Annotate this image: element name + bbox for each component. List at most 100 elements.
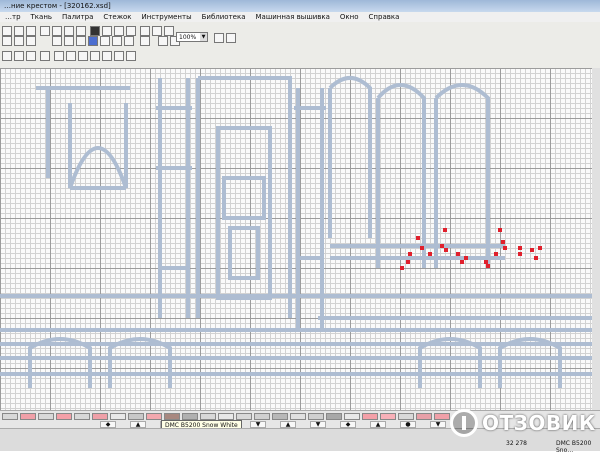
stitch-cell bbox=[501, 240, 505, 244]
pattern-canvas[interactable] bbox=[0, 68, 600, 410]
main-toolbar bbox=[0, 22, 600, 47]
menu-item-machine-embroidery[interactable]: Машинная вышивка bbox=[251, 12, 335, 22]
dropdown-icon[interactable] bbox=[40, 51, 50, 61]
snowflake-icon[interactable] bbox=[52, 36, 62, 46]
palette-swatch[interactable] bbox=[218, 413, 234, 420]
menu-item-fabric[interactable]: Ткань bbox=[26, 12, 58, 22]
zoom-select[interactable]: 100% ▼ bbox=[176, 32, 208, 42]
vertical-scrollbar[interactable] bbox=[592, 68, 600, 410]
pin-icon[interactable] bbox=[76, 26, 86, 36]
palette-symbol[interactable]: ◆ bbox=[100, 421, 116, 428]
pattern-drawing bbox=[0, 76, 600, 388]
show-grid-icon[interactable] bbox=[158, 36, 168, 46]
chart-icon[interactable] bbox=[124, 36, 134, 46]
otzovik-logo-icon bbox=[450, 409, 478, 437]
undo-icon[interactable] bbox=[64, 26, 74, 36]
column-view-icon[interactable] bbox=[164, 26, 174, 36]
palette-swatch[interactable] bbox=[56, 413, 72, 420]
palette-swatch[interactable] bbox=[344, 413, 360, 420]
palette-symbol[interactable]: ▼ bbox=[250, 421, 266, 428]
stitch-cell bbox=[440, 244, 444, 248]
fill-stitch-icon[interactable] bbox=[14, 51, 24, 61]
palette-swatch[interactable] bbox=[74, 413, 90, 420]
menu-item-stitch[interactable]: Стежок bbox=[98, 12, 136, 22]
preview-icon[interactable] bbox=[88, 36, 98, 46]
copy-icon[interactable] bbox=[40, 26, 50, 36]
stitch-cell bbox=[456, 252, 460, 256]
palette-symbol[interactable]: ▲ bbox=[130, 421, 146, 428]
zoom-in-icon[interactable] bbox=[226, 33, 236, 43]
stitch-cell bbox=[484, 260, 488, 264]
select-color-icon[interactable] bbox=[64, 36, 74, 46]
text-icon[interactable] bbox=[78, 51, 88, 61]
palette-swatch[interactable] bbox=[146, 413, 162, 420]
palette-swatch[interactable] bbox=[200, 413, 216, 420]
palette-swatch[interactable] bbox=[110, 413, 126, 420]
stitch-cell bbox=[428, 252, 432, 256]
save-icon[interactable] bbox=[14, 26, 24, 36]
backstitch-icon[interactable] bbox=[90, 51, 100, 61]
menu-item-window[interactable]: Окно bbox=[335, 12, 364, 22]
palette-icon[interactable] bbox=[100, 36, 110, 46]
pointer-icon[interactable] bbox=[2, 51, 12, 61]
menu-item-palette[interactable]: Палитра bbox=[57, 12, 98, 22]
palette-symbol[interactable]: ▼ bbox=[430, 421, 446, 428]
palette-swatch[interactable] bbox=[92, 413, 108, 420]
palette-swatch[interactable] bbox=[38, 413, 54, 420]
link-icon[interactable] bbox=[14, 36, 24, 46]
palette-swatch[interactable] bbox=[416, 413, 432, 420]
palette-swatch[interactable] bbox=[2, 413, 18, 420]
layer-icon[interactable] bbox=[112, 36, 122, 46]
select-icon[interactable] bbox=[102, 26, 112, 36]
base-arches bbox=[28, 337, 562, 388]
stitch-cell bbox=[406, 260, 410, 264]
right-column bbox=[294, 88, 326, 328]
palette-symbol[interactable]: ▲ bbox=[370, 421, 386, 428]
palette-swatch[interactable] bbox=[380, 413, 396, 420]
menu-item-library[interactable]: Библиотека bbox=[197, 12, 251, 22]
open-icon[interactable] bbox=[2, 26, 12, 36]
palette-swatch[interactable] bbox=[182, 413, 198, 420]
s-stitch-icon[interactable] bbox=[26, 51, 36, 61]
pattern-icon[interactable] bbox=[140, 36, 150, 46]
cursor-coordinates: 32 278 bbox=[506, 440, 527, 447]
palette-swatch[interactable] bbox=[290, 413, 306, 420]
stitch-group bbox=[400, 228, 542, 270]
palette-swatch[interactable] bbox=[128, 413, 144, 420]
fill-icon[interactable] bbox=[114, 26, 124, 36]
eyedropper-icon[interactable] bbox=[114, 51, 124, 61]
watermark-text: ОТЗОВИК bbox=[482, 411, 596, 435]
palette-swatch[interactable] bbox=[362, 413, 378, 420]
menu-item-help[interactable]: Справка bbox=[364, 12, 405, 22]
palette-swatch[interactable] bbox=[254, 413, 270, 420]
rectangle-icon[interactable] bbox=[54, 51, 64, 61]
grid-icon[interactable] bbox=[90, 26, 100, 36]
palette-swatch[interactable] bbox=[398, 413, 414, 420]
palette-swatch[interactable] bbox=[308, 413, 324, 420]
circle-icon[interactable] bbox=[66, 51, 76, 61]
stitch-view-icon[interactable] bbox=[152, 26, 162, 36]
print-icon[interactable] bbox=[26, 26, 36, 36]
palette-swatch[interactable] bbox=[20, 413, 36, 420]
chevron-down-icon[interactable]: ▼ bbox=[200, 33, 207, 41]
view-icon[interactable] bbox=[126, 26, 136, 36]
stitch-mode-icon[interactable] bbox=[76, 36, 86, 46]
palette-symbol[interactable]: ● bbox=[400, 421, 416, 428]
palette-swatch[interactable] bbox=[272, 413, 288, 420]
palette-swatch[interactable] bbox=[236, 413, 252, 420]
bead-icon[interactable] bbox=[102, 51, 112, 61]
menu-item-tools[interactable]: Инструменты bbox=[137, 12, 197, 22]
magnifier-icon[interactable] bbox=[126, 51, 136, 61]
palette-swatch[interactable] bbox=[326, 413, 342, 420]
symbol-view-icon[interactable] bbox=[140, 26, 150, 36]
palette-symbol[interactable]: ▲ bbox=[280, 421, 296, 428]
palette-swatch[interactable] bbox=[164, 413, 180, 420]
new-icon[interactable] bbox=[2, 36, 12, 46]
menu-item-view[interactable]: …тр bbox=[0, 12, 26, 22]
refresh-icon[interactable] bbox=[26, 36, 36, 46]
palette-swatch[interactable] bbox=[434, 413, 450, 420]
paste-icon[interactable] bbox=[52, 26, 62, 36]
zoom-fit-icon[interactable] bbox=[214, 33, 224, 43]
palette-symbol[interactable]: ▼ bbox=[310, 421, 326, 428]
palette-symbol[interactable]: ◆ bbox=[340, 421, 356, 428]
